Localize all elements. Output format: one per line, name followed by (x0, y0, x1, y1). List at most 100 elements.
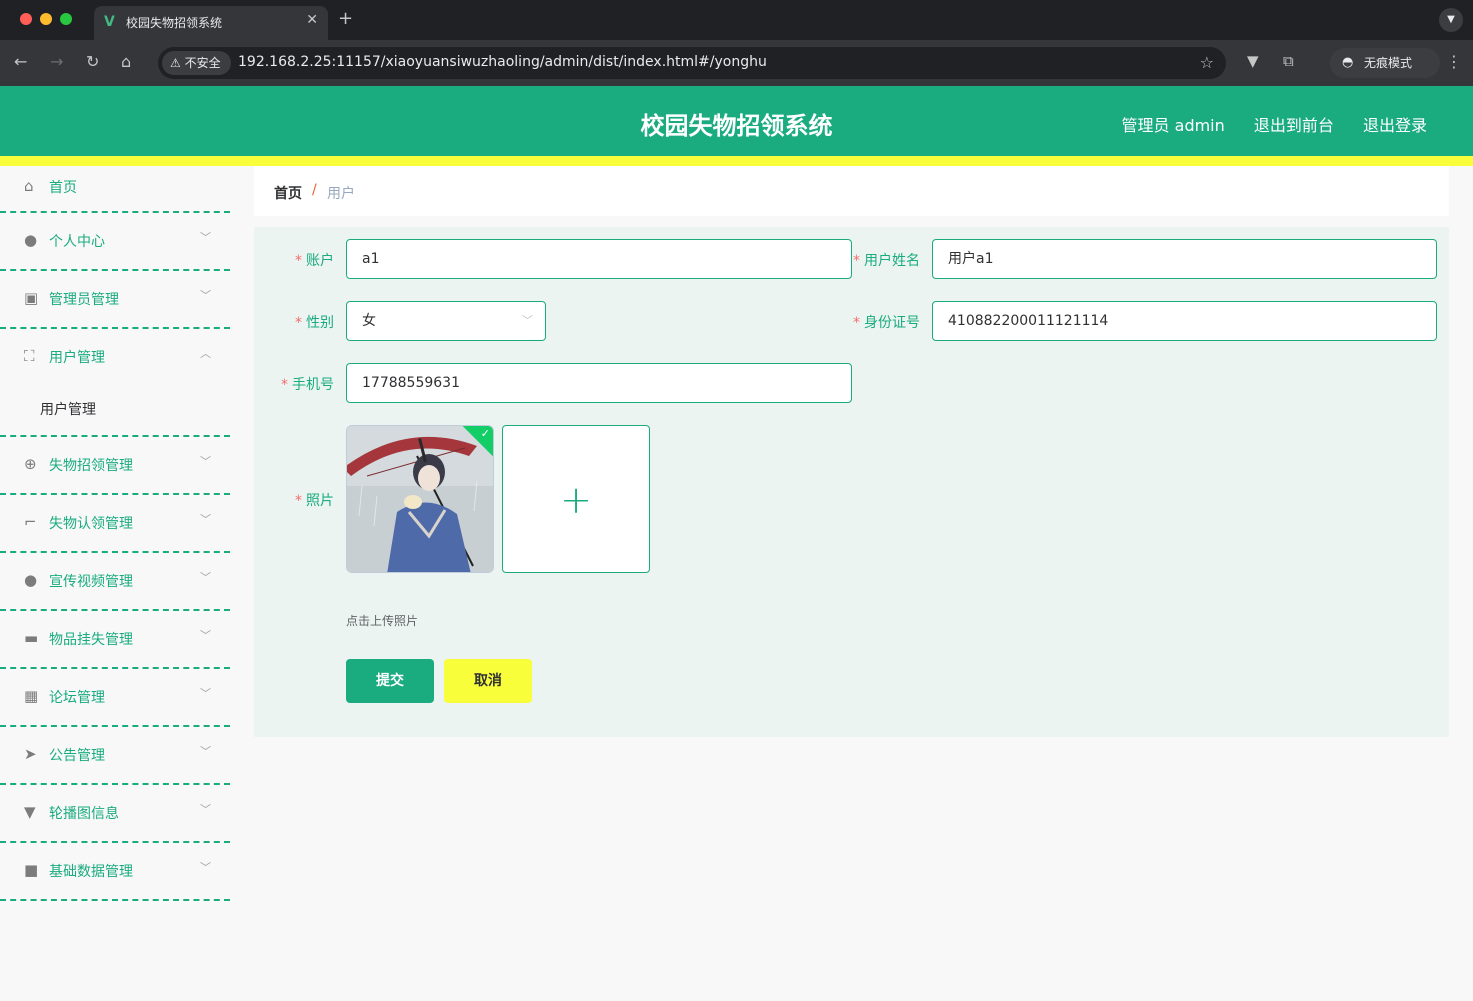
gender-label: * 性别 (295, 315, 334, 331)
chevron-down-icon: ﹀ (200, 629, 211, 642)
sidebar-item-label: 失物招领管理 (49, 458, 133, 474)
id-number-input[interactable]: 410882200011121114 (932, 301, 1437, 341)
user-icon: ● (24, 231, 38, 249)
photo-label: * 照片 (295, 493, 334, 509)
header-links: 管理员 admin 退出到前台 退出登录 (1098, 112, 1427, 136)
chevron-down-icon: ﹀ (200, 803, 211, 816)
id-number-label: * 身份证号 (853, 315, 920, 331)
upload-photo-button[interactable]: + (502, 425, 650, 573)
crop-icon: ⌐ (24, 513, 37, 531)
sidebar-item-base-data-management[interactable]: ■ 基础数据管理 ﹀ (0, 843, 230, 901)
sidebar-item-label: 管理员管理 (49, 292, 119, 308)
sidebar-item-lost-found-management[interactable]: ⊕ 失物招领管理 ﹀ (0, 437, 230, 495)
sidebar-item-video-management[interactable]: ● 宣传视频管理 ﹀ (0, 553, 230, 611)
breadcrumb-home[interactable]: 首页 (274, 183, 302, 203)
chevron-down-icon: ﹀ (200, 455, 211, 468)
chevron-down-icon: ﹀ (522, 314, 533, 327)
phone-label: * 手机号 (281, 377, 334, 393)
account-input[interactable]: a1 (346, 239, 852, 279)
upload-tip: 点击上传照片 (346, 614, 419, 628)
cancel-button[interactable]: 取消 (444, 659, 532, 703)
plus-icon: + (560, 478, 592, 522)
chevron-up-icon: ︿ (200, 347, 211, 360)
camera-icon: ■ (24, 861, 39, 879)
sidebar: ⌂ 首页 ● 个人中心 ﹀ ▣ 管理员管理 ﹀ ⛶ 用户管理 ︿ 用户管理 ⊕ … (0, 166, 230, 1001)
security-chip[interactable]: ⚠ 不安全 (162, 51, 231, 75)
minimize-window-button[interactable] (40, 13, 52, 25)
sidebar-item-label: 用户管理 (49, 350, 105, 366)
gender-value: 女 (362, 313, 376, 329)
sidebar-item-label: 基础数据管理 (49, 864, 133, 880)
chevron-down-icon: ﹀ (200, 687, 211, 700)
maximize-window-button[interactable] (60, 13, 72, 25)
user-form: * 账户 a1 * 用户姓名 用户a1 * 性别 女 ﹀ * 身份证号 41088220… (254, 227, 1449, 737)
exit-to-front-link[interactable]: 退出到前台 (1254, 116, 1334, 135)
new-tab-button[interactable]: + (338, 8, 353, 29)
name-input[interactable]: 用户a1 (932, 239, 1437, 279)
submenu-item-user-management[interactable]: 用户管理 (40, 399, 96, 419)
sidebar-item-forum-management[interactable]: ▦ 论坛管理 ﹀ (0, 669, 230, 727)
vue-devtools-icon[interactable]: ▼ (1247, 52, 1259, 70)
reload-icon[interactable]: ↻ (86, 52, 99, 71)
header-accent-bar (0, 156, 1473, 166)
name-label: * 用户姓名 (853, 253, 920, 269)
uploaded-photo-thumbnail[interactable]: ✓ (346, 425, 494, 573)
incognito-chip[interactable]: ◓ 无痕模式 (1330, 48, 1440, 78)
app-header: 校园失物招领系统 管理员 admin 退出到前台 退出登录 (0, 86, 1473, 158)
security-label: 不安全 (184, 56, 221, 70)
back-icon[interactable]: ← (14, 52, 27, 71)
chevron-down-icon: ﹀ (200, 861, 211, 874)
portrait-image (347, 426, 493, 572)
phone-input[interactable]: 17788559631 (346, 363, 852, 403)
briefcase-icon: ▬ (24, 629, 39, 647)
forward-icon[interactable]: → (50, 52, 63, 71)
submit-button[interactable]: 提交 (346, 659, 434, 703)
address-bar[interactable]: ⚠ 不安全 192.168.2.25:11157/xiaoyuansiwuzha… (158, 47, 1226, 79)
send-icon: ➤ (24, 745, 37, 763)
sidebar-item-personal-center[interactable]: ● 个人中心 ﹀ (0, 213, 230, 271)
chevron-down-icon: ﹀ (200, 513, 211, 526)
chevron-down-icon: ﹀ (200, 745, 211, 758)
more-menu-icon[interactable]: ⋮ (1446, 52, 1462, 71)
sidebar-item-notice-management[interactable]: ➤ 公告管理 ﹀ (0, 727, 230, 785)
home-button-icon[interactable]: ⌂ (121, 52, 131, 71)
breadcrumb: 首页 / 用户 (254, 166, 1449, 216)
sidebar-item-label: 个人中心 (49, 234, 105, 250)
grid-icon: ▦ (24, 687, 39, 705)
sidebar-item-admin-management[interactable]: ▣ 管理员管理 ﹀ (0, 271, 230, 329)
sidebar-item-label: 物品挂失管理 (49, 632, 133, 648)
sidebar-item-claim-management[interactable]: ⌐ 失物认领管理 ﹀ (0, 495, 230, 553)
chevron-down-icon: ﹀ (200, 571, 211, 584)
warning-icon: ⚠ (170, 56, 181, 70)
sidebar-item-carousel-info[interactable]: ▼ 轮播图信息 ﹀ (0, 785, 230, 843)
sidebar-item-label: 轮播图信息 (49, 806, 119, 822)
browser-toolbar: ← → ↻ ⌂ ⚠ 不安全 192.168.2.25:11157/xiaoyua… (0, 40, 1473, 86)
extensions-icon[interactable]: ⧉ (1283, 52, 1294, 70)
sidebar-item-label: 首页 (49, 180, 77, 196)
home-icon: ⌂ (24, 177, 34, 195)
tab-close-icon[interactable]: ✕ (306, 12, 318, 28)
bookmark-star-icon[interactable]: ☆ (1200, 53, 1214, 72)
frame-icon: ⛶ (24, 347, 35, 365)
account-label: * 账户 (295, 253, 334, 269)
vue-logo-icon: V (104, 14, 115, 30)
close-window-button[interactable] (20, 13, 32, 25)
sidebar-item-label: 宣传视频管理 (49, 574, 133, 590)
user-icon: ● (24, 571, 38, 589)
target-icon: ⊕ (24, 455, 37, 473)
logout-link[interactable]: 退出登录 (1363, 116, 1427, 135)
incognito-label: 无痕模式 (1364, 56, 1413, 70)
gender-select[interactable]: 女 ﹀ (346, 301, 546, 341)
sidebar-item-home[interactable]: ⌂ 首页 (0, 166, 230, 213)
tab-search-button[interactable]: ▼ (1439, 8, 1463, 32)
browser-titlebar: V 校园失物招领系统 ✕ + ▼ (0, 0, 1473, 40)
sidebar-item-user-management[interactable]: ⛶ 用户管理 ︿ 用户管理 (0, 329, 230, 437)
sidebar-item-lost-report-management[interactable]: ▬ 物品挂失管理 ﹀ (0, 611, 230, 669)
check-icon: ✓ (480, 427, 490, 440)
browser-tab[interactable]: V 校园失物招领系统 ✕ (94, 6, 328, 40)
current-user: 管理员 admin (1121, 116, 1225, 135)
incognito-icon: ◓ (1342, 55, 1354, 70)
url-text[interactable]: 192.168.2.25:11157/xiaoyuansiwuzhaoling/… (238, 54, 767, 70)
brush-icon: ▼ (24, 803, 36, 821)
sidebar-item-label: 论坛管理 (49, 690, 105, 706)
